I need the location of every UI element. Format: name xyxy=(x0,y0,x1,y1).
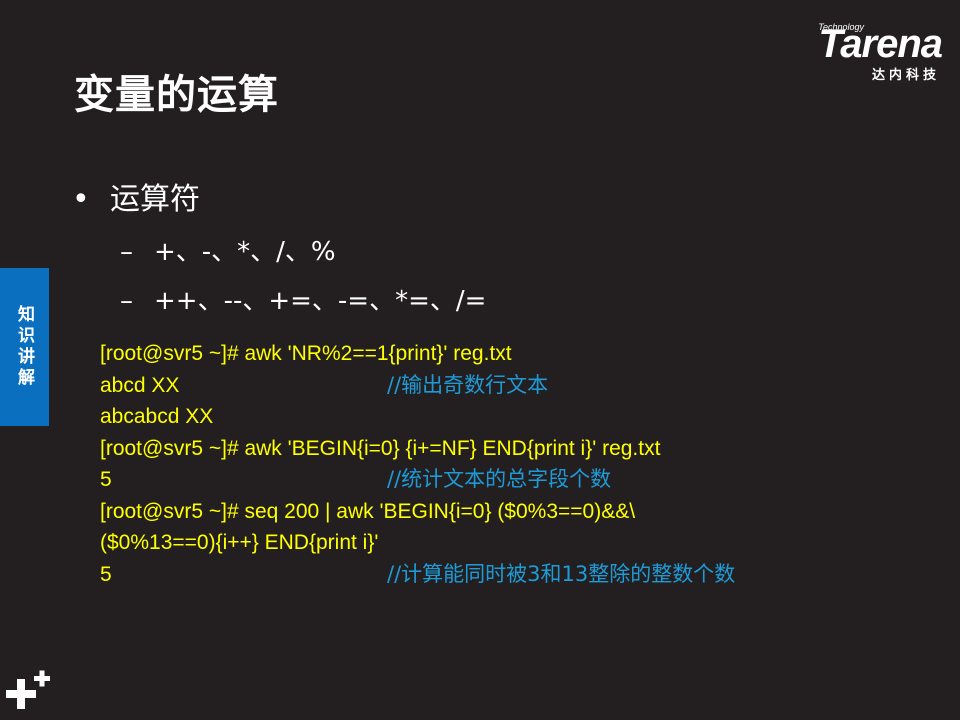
sub-item-text: ++、--、+=、-=、*=、/= xyxy=(154,286,487,316)
code-comment: //统计文本的总字段个数 xyxy=(387,467,612,491)
code-line: abcabcd XX xyxy=(100,401,660,433)
sub-item-text: +、-、*、/、% xyxy=(154,237,336,267)
code-text: [root@svr5 ~]# awk 'BEGIN{i=0} {i+=NF} E… xyxy=(100,436,661,460)
code-comment: //计算能同时被3和13整除的整数个数 xyxy=(387,561,736,586)
dash-icon: – xyxy=(120,286,133,316)
code-text: abcd XX xyxy=(100,373,180,397)
code-text: [root@svr5 ~]# seq 200 | awk 'BEGIN{i=0}… xyxy=(100,499,636,523)
slide-title: 变量的运算 xyxy=(74,72,279,118)
sub-item-arithmetic: – +、-、*、/、% xyxy=(120,235,336,269)
tarena-logo: Technology Tarena 达内科技 xyxy=(777,22,943,83)
code-line: 5 //统计文本的总字段个数 xyxy=(100,464,660,496)
bullet-item: • 运算符 xyxy=(72,180,200,220)
bullet-text: 运算符 xyxy=(110,182,200,217)
code-comment: //输出奇数行文本 xyxy=(387,372,549,397)
logo-chinese-text: 达内科技 xyxy=(871,68,940,83)
side-tab-knowledge[interactable]: 知识讲解 xyxy=(0,268,49,426)
code-text: abcabcd XX xyxy=(100,405,214,428)
code-text: [root@svr5 ~]# awk 'NR%2==1{print}' reg.… xyxy=(100,342,512,365)
code-line: [root@svr5 ~]# awk 'BEGIN{i=0} {i+=NF} E… xyxy=(100,433,660,465)
code-line: ($0%13==0){i++} END{print i}' xyxy=(100,527,660,559)
code-line: abcd XX //输出奇数行文本 xyxy=(100,370,660,402)
code-block: [root@svr5 ~]# awk 'NR%2==1{print}' reg.… xyxy=(100,338,735,591)
code-line: [root@svr5 ~]# seq 200 | awk 'BEGIN{i=0}… xyxy=(100,496,660,528)
code-text: ($0%13==0){i++} END{print i}' xyxy=(100,531,379,554)
side-tab-label: 知识讲解 xyxy=(14,305,34,389)
code-line: 5 //计算能同时被3和13整除的整数个数 xyxy=(100,559,735,591)
bullet-dot-icon: • xyxy=(72,182,90,217)
code-line: [root@svr5 ~]# awk 'NR%2==1{print}' reg.… xyxy=(100,338,660,370)
sub-item-compound: – ++、--、+=、-=、*=、/= xyxy=(120,284,486,318)
code-text: 5 xyxy=(100,562,112,586)
plus-logo-icon xyxy=(6,670,50,709)
code-text: 5 xyxy=(100,468,112,491)
logo-brand-text: Tarena xyxy=(818,22,943,66)
dash-icon: – xyxy=(120,237,133,267)
